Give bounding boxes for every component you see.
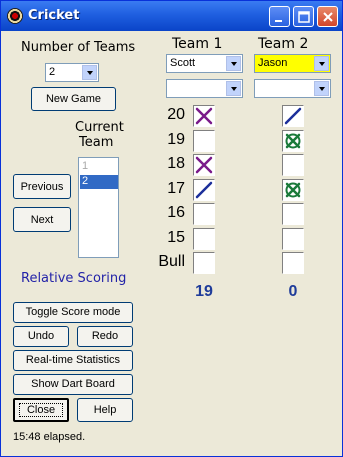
team-2-mark-cell[interactable] — [282, 179, 304, 201]
current-team-label-2: Team — [79, 135, 113, 150]
next-button[interactable]: Next — [13, 207, 71, 232]
new-game-button[interactable]: New Game — [31, 87, 116, 111]
number-of-teams-label: Number of Teams — [21, 40, 136, 55]
closed-mark-icon — [285, 182, 301, 198]
undo-label: Undo — [27, 330, 55, 342]
row-label: 19 — [167, 131, 185, 148]
team-2-mark-cell[interactable] — [282, 203, 304, 225]
team-1-mark-cell[interactable] — [193, 203, 215, 225]
current-team-list[interactable]: 1 2 — [78, 157, 119, 258]
team-2-score: 0 — [288, 283, 298, 300]
app-window: Cricket Number of Teams 2 New Game Curre… — [0, 0, 343, 457]
slash-mark-icon — [284, 107, 302, 125]
team-2-mark-cell[interactable] — [282, 228, 304, 250]
row-label: 15 — [167, 229, 185, 246]
slash-mark-icon — [195, 181, 213, 199]
team-2-player-value: Jason — [258, 57, 288, 69]
row-label: 20 — [167, 106, 185, 123]
closed-mark-icon — [285, 133, 301, 149]
new-game-label: New Game — [45, 93, 102, 105]
current-team-label: Current — [75, 120, 124, 135]
team-1-mark-cell[interactable] — [193, 130, 215, 152]
x-mark-icon — [195, 156, 213, 174]
team-2-mark-cell[interactable] — [282, 130, 304, 152]
minimize-button[interactable] — [269, 6, 290, 27]
x-mark-icon — [195, 107, 213, 125]
help-label: Help — [93, 404, 117, 416]
team-1-mark-cell[interactable] — [193, 179, 215, 201]
previous-button[interactable]: Previous — [13, 174, 71, 199]
realtime-statistics-button[interactable]: Real-time Statistics — [13, 350, 133, 371]
redo-button[interactable]: Redo — [77, 326, 133, 347]
team-2-mark-cell[interactable] — [282, 154, 304, 176]
team-2-header: Team 2 — [258, 36, 309, 52]
current-team-label-line2: Team — [79, 135, 114, 150]
chevron-down-icon[interactable] — [314, 81, 329, 96]
title-bar[interactable]: Cricket — [1, 1, 342, 31]
show-dart-board-button[interactable]: Show Dart Board — [13, 374, 133, 395]
help-button[interactable]: Help — [77, 398, 133, 422]
window-title: Cricket — [28, 8, 80, 23]
toggle-score-mode-label: Toggle Score mode — [25, 306, 121, 318]
chevron-down-icon[interactable] — [226, 56, 241, 71]
elapsed-time: 15:48 elapsed. — [13, 431, 86, 443]
team-2-mark-cell[interactable] — [282, 105, 304, 127]
relative-scoring-label: Relative Scoring — [21, 271, 127, 286]
team-1-mark-cell[interactable] — [193, 154, 215, 176]
previous-label: Previous — [20, 181, 64, 193]
chevron-down-icon[interactable] — [314, 56, 329, 71]
number-of-teams-value: 2 — [49, 66, 56, 78]
team-1-player-select[interactable]: Scott — [166, 54, 243, 73]
team-1-mark-cell[interactable] — [193, 252, 215, 274]
minimize-icon — [275, 20, 282, 22]
close-label: Close — [19, 403, 63, 417]
close-window-button[interactable] — [317, 6, 338, 27]
team-2-mark-cell[interactable] — [282, 252, 304, 274]
dartboard-icon — [7, 8, 23, 24]
chevron-down-icon[interactable] — [226, 81, 241, 96]
next-label: Next — [30, 214, 54, 226]
row-label: 16 — [167, 204, 185, 221]
row-label: 17 — [167, 180, 185, 197]
current-team-label-line1: Current — [75, 120, 124, 135]
chevron-down-icon[interactable] — [82, 65, 97, 80]
maximize-button[interactable] — [293, 6, 314, 27]
list-item-selected[interactable]: 2 — [80, 175, 118, 189]
row-label: 18 — [167, 155, 185, 172]
team-1-header: Team 1 — [172, 36, 223, 52]
realtime-statistics-label: Real-time Statistics — [25, 354, 121, 366]
team-2-player-select[interactable]: Jason — [254, 54, 331, 73]
undo-button[interactable]: Undo — [13, 326, 69, 347]
number-of-teams-select[interactable]: 2 — [45, 63, 99, 82]
team-1-mark-cell[interactable] — [193, 228, 215, 250]
close-icon — [323, 12, 333, 22]
show-dart-board-label: Show Dart Board — [31, 378, 115, 390]
team-1-mark-cell[interactable] — [193, 105, 215, 127]
team-1-score: 19 — [195, 283, 213, 300]
team-1-player2-select[interactable] — [166, 79, 243, 98]
team-2-player2-select[interactable] — [254, 79, 331, 98]
maximize-icon — [298, 11, 310, 23]
toggle-score-mode-button[interactable]: Toggle Score mode — [13, 302, 133, 323]
redo-label: Redo — [91, 330, 119, 342]
close-button[interactable]: Close — [13, 398, 69, 422]
team-1-player-value: Scott — [170, 57, 196, 69]
list-item[interactable]: 1 — [80, 160, 118, 174]
row-label: Bull — [158, 253, 185, 270]
